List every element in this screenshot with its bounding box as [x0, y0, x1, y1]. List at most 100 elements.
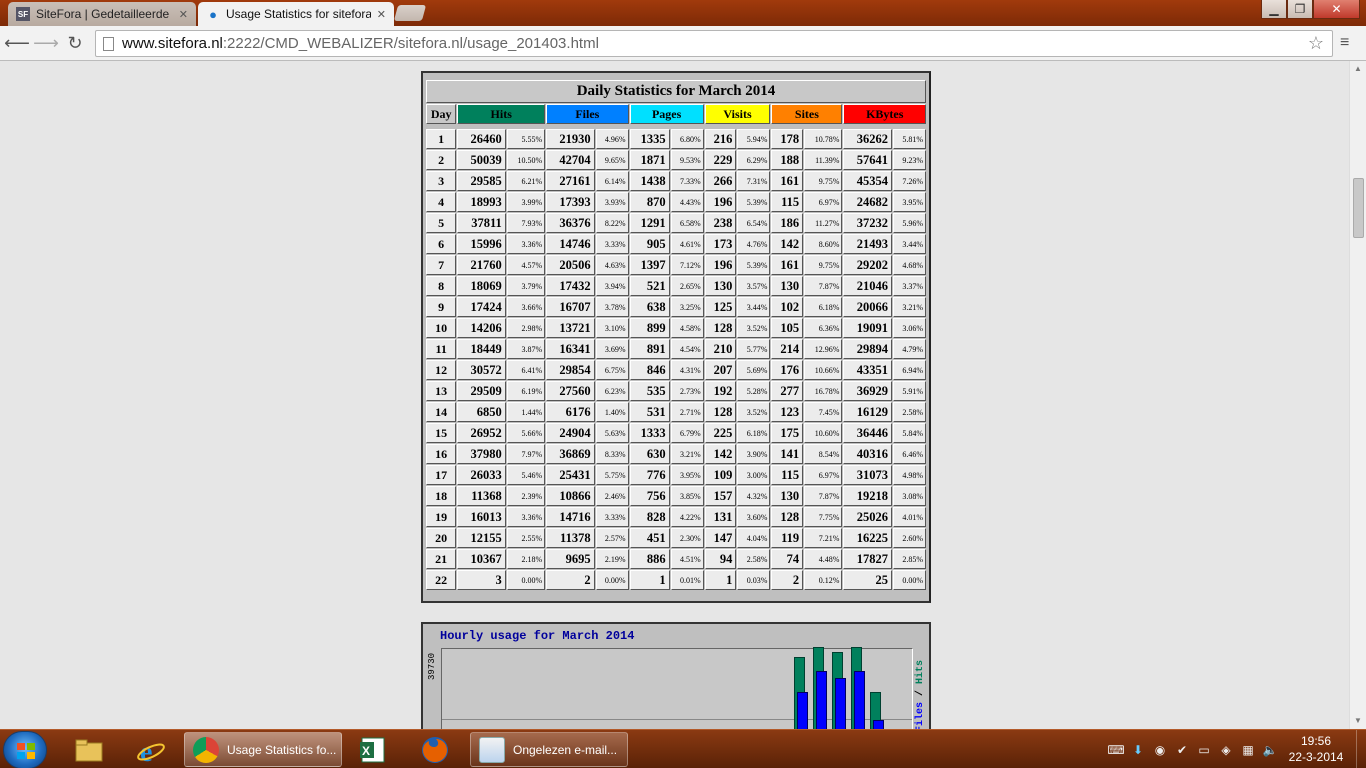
value-cell: 50039	[457, 150, 506, 170]
address-bar[interactable]: www.sitefora.nl:2222/CMD_WEBALIZER/sitef…	[95, 30, 1333, 57]
value-cell: 20066	[843, 297, 892, 317]
menu-icon[interactable]: ≡	[1340, 34, 1356, 52]
value-cell: 9695	[546, 549, 595, 569]
update-icon[interactable]: ✔	[1174, 742, 1190, 758]
value-cell: 25431	[546, 465, 595, 485]
header-kbytes: KBytes	[843, 104, 926, 124]
vertical-scrollbar[interactable]: ▲ ▼	[1349, 61, 1366, 729]
value-cell: 16129	[843, 402, 892, 422]
network-icon[interactable]: ▦	[1240, 742, 1256, 758]
files-bar	[816, 671, 827, 729]
percent-cell: 5.84%	[892, 423, 926, 443]
maximize-button[interactable]: ❐	[1287, 0, 1313, 19]
percent-cell: 4.79%	[892, 339, 926, 359]
system-clock[interactable]: 19:56 22-3-2014	[1286, 733, 1346, 765]
minimize-button[interactable]: ▁	[1261, 0, 1287, 19]
close-tab-icon[interactable]: ✕	[377, 8, 386, 21]
value-cell: 216	[704, 129, 737, 149]
value-cell: 131	[704, 507, 737, 527]
tab-strip: SF SiteFora | Gedetailleerde o ✕ ● Usage…	[0, 0, 1366, 26]
value-cell: 130	[771, 486, 804, 506]
value-cell: 36869	[546, 444, 595, 464]
value-cell: 26033	[457, 465, 506, 485]
value-cell: 175	[771, 423, 804, 443]
tab-label: SiteFora | Gedetailleerde o	[36, 7, 173, 21]
forward-button[interactable]: ⟶	[33, 32, 59, 54]
close-window-button[interactable]: ✕	[1313, 0, 1360, 19]
value-cell: 891	[629, 339, 670, 359]
download-icon[interactable]: ⬇	[1130, 742, 1146, 758]
value-cell: 115	[771, 465, 804, 485]
value-cell: 531	[629, 402, 670, 422]
value-cell: 125	[704, 297, 737, 317]
bookmark-star-icon[interactable]: ☆	[1308, 33, 1324, 54]
volume-icon[interactable]: 🔈	[1262, 742, 1278, 758]
value-cell: 870	[629, 192, 670, 212]
table-row: 3 29585 6.21% 27161 6.14% 1438 7.33% 266 7.31% 16…	[426, 171, 926, 191]
legend-files: Files	[915, 701, 926, 729]
tab-usage-statistics[interactable]: ● Usage Statistics for sitefora ✕	[198, 2, 394, 26]
start-button[interactable]	[3, 731, 47, 768]
percent-cell: 4.48%	[804, 549, 843, 569]
keyboard-icon[interactable]: ⌨	[1107, 742, 1124, 758]
value-cell: 210	[704, 339, 737, 359]
header-visits: Visits	[704, 104, 771, 124]
back-button[interactable]: ⟵	[4, 32, 30, 54]
value-cell: 36446	[843, 423, 892, 443]
value-cell: 178	[771, 129, 804, 149]
scrollbar-thumb[interactable]	[1353, 178, 1364, 238]
table-row: 21 10367 2.18% 9695 2.19% 886 4.51% 94 2.58% 74 4.…	[426, 549, 926, 569]
percent-cell: 2.57%	[595, 528, 629, 548]
value-cell: 17432	[546, 276, 595, 296]
file-explorer-icon[interactable]	[68, 734, 110, 766]
percent-cell: 4.76%	[737, 234, 771, 254]
percent-cell: 0.00%	[892, 570, 926, 590]
percent-cell: 4.32%	[737, 486, 771, 506]
percent-cell: 2.58%	[892, 402, 926, 422]
table-row: 22 3 0.00% 2 0.00% 1 0.01% 1 0.03% 2 0.12% 25 0.00%	[426, 570, 926, 590]
percent-cell: 3.00%	[737, 465, 771, 485]
day-cell: 2	[426, 150, 457, 170]
sitefora-favicon-icon: SF	[16, 7, 30, 21]
new-tab-button[interactable]	[393, 5, 427, 21]
value-cell: 17393	[546, 192, 595, 212]
value-cell: 27560	[546, 381, 595, 401]
table-row: 11 18449 3.87% 16341 3.69% 891 4.54% 210 5.77% 21…	[426, 339, 926, 359]
address-host: www.sitefora.nl	[122, 35, 223, 52]
close-tab-icon[interactable]: ✕	[179, 8, 188, 21]
taskbar-task-mail[interactable]: Ongelezen e-mail...	[470, 732, 628, 767]
mail-icon	[479, 736, 505, 763]
scroll-up-icon[interactable]: ▲	[1354, 64, 1362, 73]
value-cell: 1	[704, 570, 737, 590]
firefox-icon[interactable]	[414, 734, 456, 766]
day-cell: 8	[426, 276, 457, 296]
show-desktop-button[interactable]	[1356, 730, 1366, 768]
tab-sitefora[interactable]: SF SiteFora | Gedetailleerde o ✕	[8, 2, 196, 26]
internet-explorer-icon[interactable]: e	[130, 734, 172, 766]
percent-cell: 3.36%	[506, 507, 546, 527]
notification-icon[interactable]: ▭	[1196, 742, 1212, 758]
percent-cell: 5.39%	[737, 255, 771, 275]
chrome-tray-icon[interactable]: ◉	[1152, 742, 1168, 758]
value-cell: 214	[771, 339, 804, 359]
excel-icon[interactable]: X	[352, 734, 394, 766]
value-cell: 18449	[457, 339, 506, 359]
day-cell: 12	[426, 360, 457, 380]
percent-cell: 7.97%	[506, 444, 546, 464]
taskbar-task-chrome[interactable]: Usage Statistics fo...	[184, 732, 342, 767]
percent-cell: 3.69%	[595, 339, 629, 359]
graph-y-max-label: 39730	[427, 652, 437, 680]
scroll-down-icon[interactable]: ▼	[1354, 716, 1362, 725]
value-cell: 10866	[546, 486, 595, 506]
tab-label: Usage Statistics for sitefora	[226, 7, 371, 21]
device-icon[interactable]: ◈	[1218, 742, 1234, 758]
reload-button[interactable]: ↻	[63, 32, 87, 54]
percent-cell: 11.39%	[804, 150, 843, 170]
percent-cell: 3.93%	[595, 192, 629, 212]
percent-cell: 3.79%	[506, 276, 546, 296]
percent-cell: 5.69%	[737, 360, 771, 380]
value-cell: 24682	[843, 192, 892, 212]
percent-cell: 3.37%	[892, 276, 926, 296]
table-row: 14 6850 1.44% 6176 1.40% 531 2.71% 128 3.52% 123 7…	[426, 402, 926, 422]
percent-cell: 3.10%	[595, 318, 629, 338]
